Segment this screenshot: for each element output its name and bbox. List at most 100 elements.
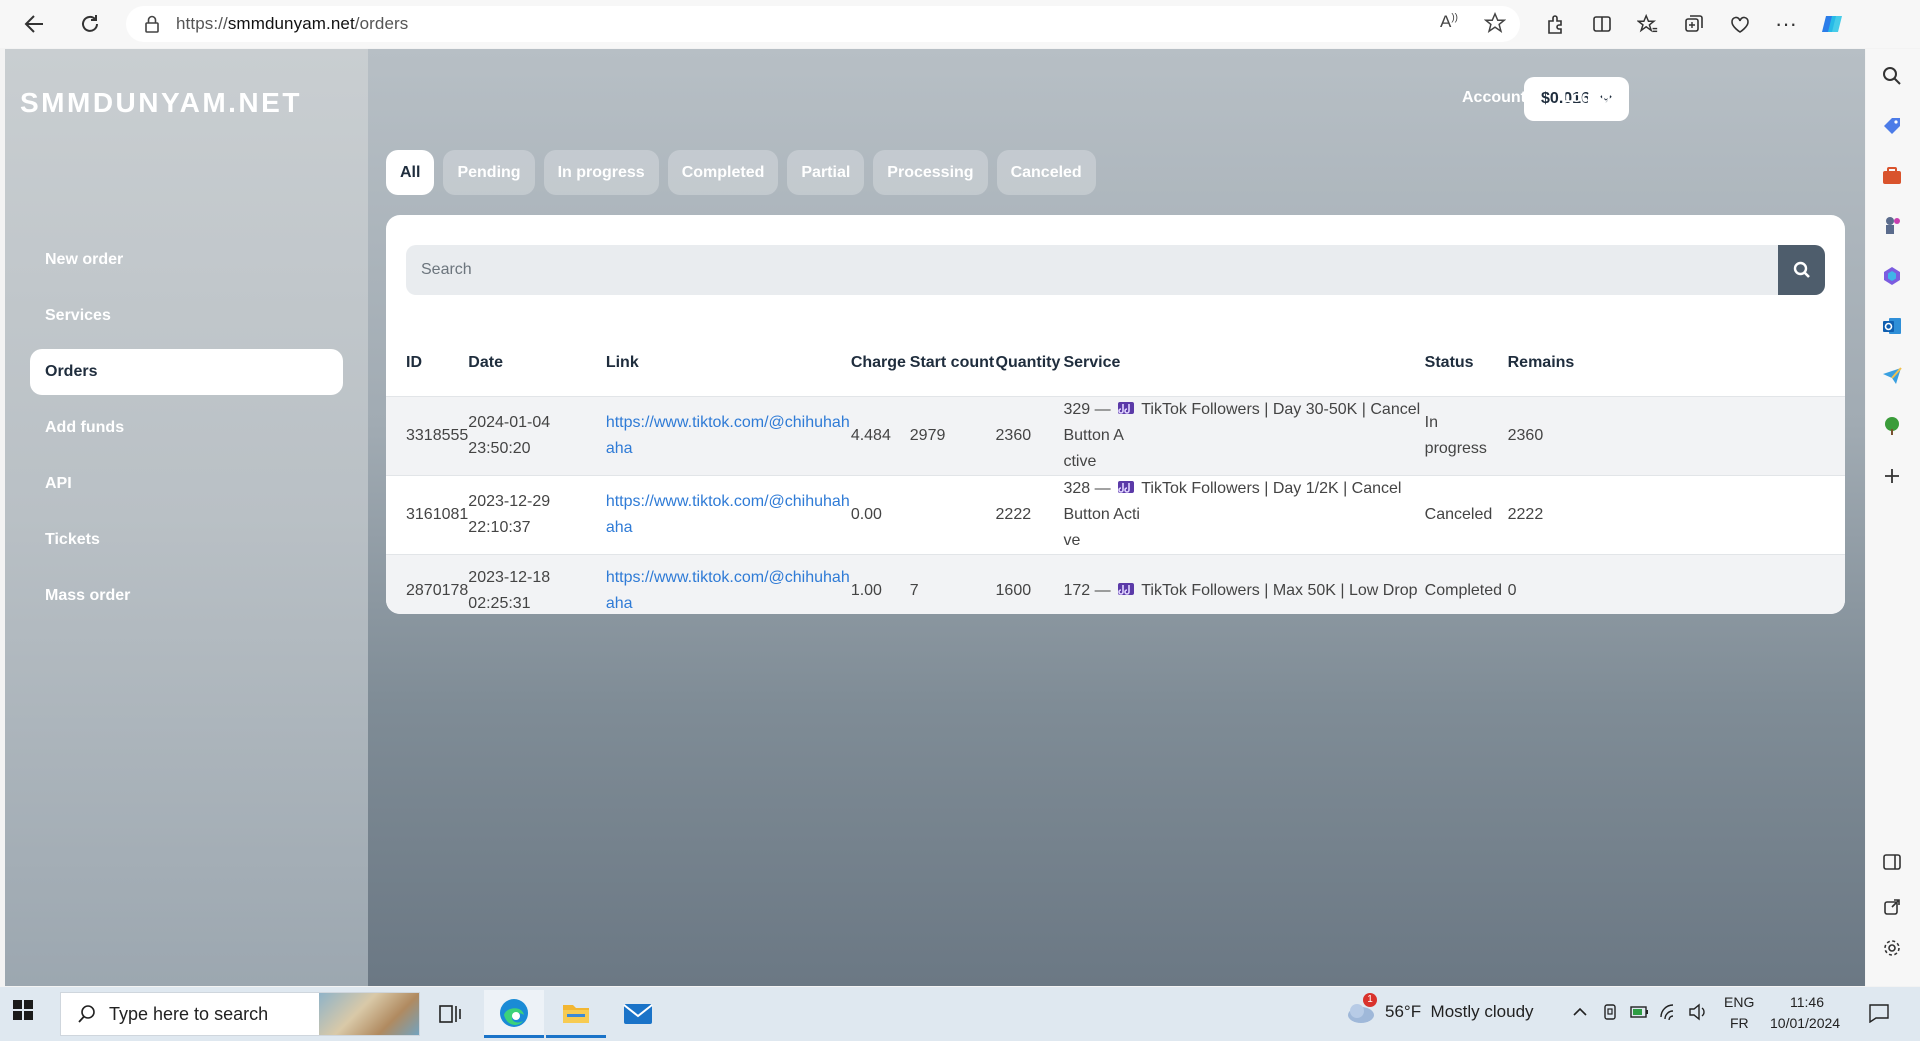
read-aloud-icon[interactable]: A)) (1440, 12, 1464, 36)
cell-service: 328 — TikTok Followers | Day 1/2K | Canc… (1063, 475, 1424, 554)
more-options-icon[interactable]: ··· (1768, 6, 1804, 42)
cell-date: 2023-12-29 22:10:37 (468, 475, 606, 554)
collections-icon[interactable] (1676, 6, 1712, 42)
external-link-icon[interactable] (1879, 894, 1905, 920)
wifi-icon[interactable] (1659, 1003, 1679, 1026)
settings-gear-icon[interactable] (1879, 935, 1905, 961)
add-icon[interactable] (1879, 463, 1905, 489)
weather-text: 56°F Mostly cloudy (1385, 1002, 1534, 1021)
filter-all[interactable]: All (386, 150, 435, 195)
status-filters: All Pending In progress Completed Partia… (386, 150, 1096, 195)
tiktok-emoji-icon (1118, 401, 1135, 414)
favorites-icon[interactable] (1630, 6, 1666, 42)
extensions-icon[interactable] (1538, 6, 1574, 42)
cell-date: 2023-12-18 02:25:31 (468, 554, 606, 614)
back-button[interactable] (16, 6, 52, 42)
service-name-part-2: ve (1063, 531, 1081, 549)
copilot-icon[interactable] (1814, 6, 1850, 42)
clock-time[interactable]: 11:46 (1790, 994, 1824, 1010)
language-bottom[interactable]: FR (1730, 1015, 1749, 1031)
search-icon[interactable] (1879, 63, 1905, 89)
tools-briefcase-icon[interactable] (1879, 163, 1905, 189)
shopping-tag-icon[interactable] (1879, 113, 1905, 139)
logout-link[interactable]: Logout (1562, 89, 1616, 107)
notifications-icon[interactable] (1868, 1003, 1890, 1028)
table-row: 3318555 2024-01-04 23:50:20 https://www.tik… (386, 396, 1845, 475)
sidebar-item-mass-order[interactable]: Mass order (30, 573, 343, 619)
service-name-part-1: TikTok Followers | Max 50K | Low Drop (1141, 581, 1418, 599)
header-status[interactable]: Status (1425, 330, 1508, 396)
cell-start-count: 2979 (909, 426, 946, 444)
cell-start-count: 7 (909, 581, 919, 599)
cell-charge: 0.00 (850, 505, 882, 523)
search-input[interactable] (406, 245, 1778, 295)
cell-status: In progress (1425, 396, 1508, 475)
header-quantity[interactable]: Quantity (996, 330, 1064, 396)
header-service[interactable]: Service (1063, 330, 1424, 396)
sidebar-item-api[interactable]: API (30, 461, 343, 507)
sidebar-toggle-icon[interactable] (1879, 849, 1905, 875)
mail-icon (623, 1004, 653, 1024)
outlook-icon[interactable] (1879, 313, 1905, 339)
filter-partial[interactable]: Partial (787, 150, 865, 195)
filter-completed[interactable]: Completed (667, 150, 779, 195)
sidebar-item-tickets[interactable]: Tickets (30, 517, 343, 563)
header-link[interactable]: Link (606, 330, 851, 396)
search-button[interactable] (1778, 245, 1825, 295)
filter-in-progress[interactable]: In progress (543, 150, 659, 195)
cell-status: Completed (1425, 554, 1508, 614)
favorite-star-icon[interactable] (1484, 12, 1506, 34)
meet-now-icon[interactable] (1601, 1003, 1619, 1026)
browser-toolbar: https://smmdunyam.net/orders A)) ··· (0, 0, 1920, 48)
account-link[interactable]: Account (1462, 89, 1526, 107)
edge-browser-icon (500, 998, 528, 1027)
cell-id: 2870178 (406, 581, 469, 599)
filter-canceled[interactable]: Canceled (996, 150, 1096, 195)
mail-taskbar-app[interactable] (608, 990, 668, 1038)
tray-chevron-icon[interactable] (1572, 1004, 1588, 1022)
taskbar-search-box[interactable]: Type here to search (60, 992, 420, 1036)
header-date[interactable]: Date (468, 330, 606, 396)
brand-logo[interactable]: SMMDUNYAM.NET (20, 87, 302, 119)
header-charge[interactable]: Charge (851, 330, 910, 396)
task-view-button[interactable] (420, 990, 480, 1038)
order-link[interactable]: https://www.tiktok.com/@chihuhah aha (606, 493, 850, 536)
header-id[interactable]: ID (386, 330, 468, 396)
order-link[interactable]: https://www.tiktok.com/@chihuhah aha (606, 569, 850, 612)
refresh-button[interactable] (72, 6, 108, 42)
filter-processing[interactable]: Processing (873, 150, 988, 195)
sidebar-menu: New order Services Orders Add funds API … (30, 237, 343, 629)
cell-remains: 2360 (1507, 426, 1544, 444)
file-explorer-taskbar-app[interactable] (546, 990, 606, 1038)
battery-icon[interactable] (1630, 1004, 1650, 1025)
search-icon (78, 1005, 95, 1023)
header-start-count[interactable]: Start count (910, 330, 996, 396)
header-remains[interactable]: Remains (1508, 330, 1845, 396)
sidebar-item-orders[interactable]: Orders (30, 349, 343, 395)
weather-widget[interactable]: 1 56°F Mostly cloudy (1345, 993, 1545, 1029)
order-link[interactable]: https://www.tiktok.com/@chihuhah aha (606, 414, 850, 457)
tree-icon[interactable] (1879, 413, 1905, 439)
address-bar[interactable]: https://smmdunyam.net/orders A)) (126, 6, 1520, 42)
browser-essentials-icon[interactable] (1722, 6, 1758, 42)
link-part-1: https://www.tiktok.com/@chihuhah (605, 568, 850, 586)
send-plane-icon[interactable] (1879, 363, 1905, 389)
sidebar-item-new-order[interactable]: New order (30, 237, 343, 283)
sidebar-item-services[interactable]: Services (30, 293, 343, 339)
url-prefix: https:// (176, 14, 228, 33)
microsoft-365-icon[interactable] (1879, 263, 1905, 289)
cell-date: 2024-01-04 23:50:20 (468, 396, 606, 475)
cell-quantity: 1600 (995, 581, 1032, 599)
sidebar-item-add-funds[interactable]: Add funds (30, 405, 343, 451)
games-chess-icon[interactable] (1879, 213, 1905, 239)
clock-date[interactable]: 10/01/2024 (1770, 1015, 1840, 1031)
start-button[interactable] (12, 999, 34, 1026)
search-highlight-image (319, 993, 419, 1035)
windows-logo-icon (13, 1000, 33, 1020)
link-part-1: https://www.tiktok.com/@chihuhah (605, 492, 850, 510)
edge-taskbar-app[interactable] (484, 990, 544, 1038)
split-screen-icon[interactable] (1584, 6, 1620, 42)
volume-icon[interactable] (1688, 1003, 1708, 1026)
language-top[interactable]: ENG (1724, 994, 1754, 1010)
filter-pending[interactable]: Pending (443, 150, 535, 195)
